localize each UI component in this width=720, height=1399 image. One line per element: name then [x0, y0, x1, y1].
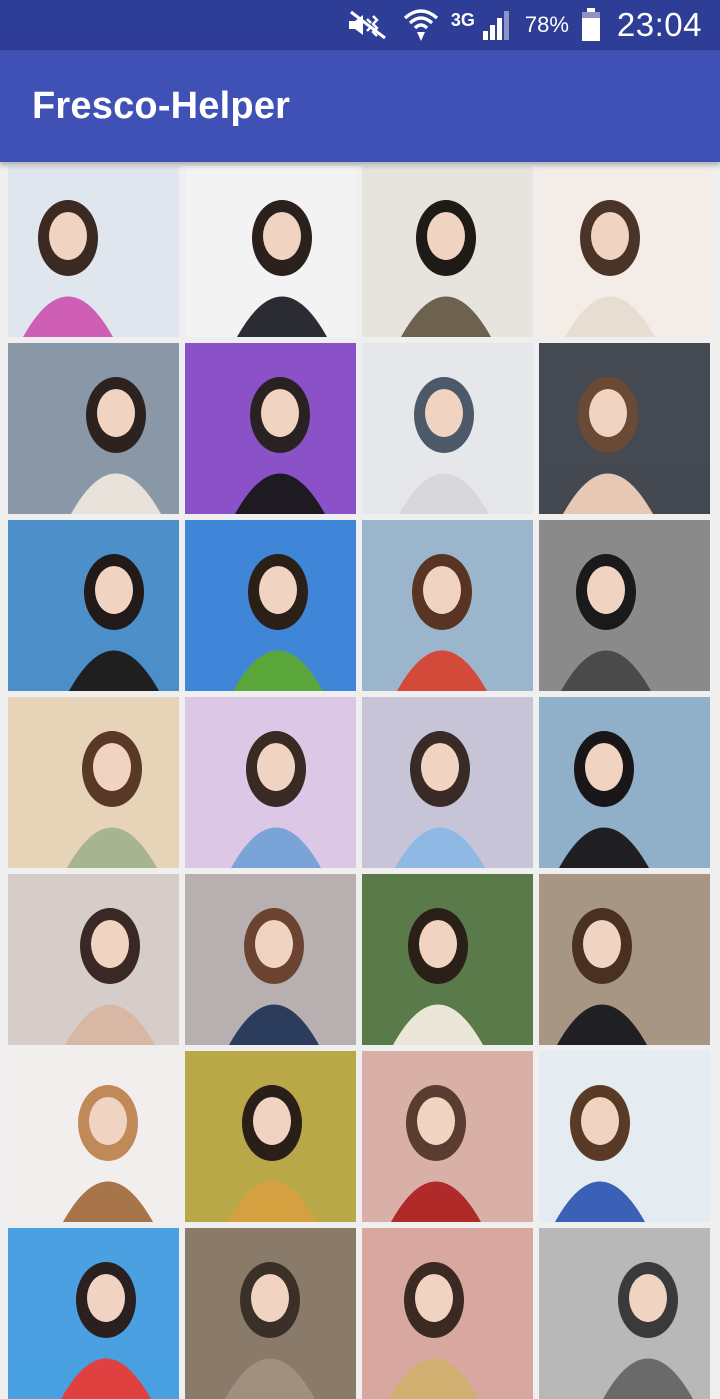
portrait-image: [362, 166, 533, 337]
photo-thumbnail[interactable]: [539, 874, 710, 1045]
app-bar: Fresco-Helper: [0, 50, 720, 162]
portrait-image: [8, 1228, 179, 1399]
portrait-image: [185, 166, 356, 337]
photo-thumbnail[interactable]: [362, 166, 533, 337]
portrait-image: [185, 343, 356, 514]
photo-thumbnail[interactable]: [8, 166, 179, 337]
portrait-image: [185, 520, 356, 691]
photo-thumbnail[interactable]: [185, 520, 356, 691]
photo-thumbnail[interactable]: [8, 697, 179, 868]
photo-thumbnail[interactable]: [539, 343, 710, 514]
photo-thumbnail[interactable]: [8, 874, 179, 1045]
portrait-image: [8, 874, 179, 1045]
portrait-image: [362, 1228, 533, 1399]
portrait-image: [539, 520, 710, 691]
network-type: 3G: [450, 9, 475, 30]
portrait-image: [539, 1051, 710, 1222]
portrait-image: [185, 697, 356, 868]
battery-percent: 78%: [524, 12, 569, 37]
photo-thumbnail[interactable]: [539, 520, 710, 691]
portrait-image: [8, 520, 179, 691]
photo-thumbnail[interactable]: [362, 520, 533, 691]
portrait-image: [185, 1051, 356, 1222]
portrait-image: [8, 166, 179, 337]
photo-thumbnail[interactable]: [539, 1051, 710, 1222]
portrait-image: [362, 343, 533, 514]
signal-icon: [481, 9, 513, 41]
photo-thumbnail[interactable]: [185, 1228, 356, 1399]
wifi-icon: [403, 8, 439, 42]
photo-thumbnail[interactable]: [539, 1228, 710, 1399]
portrait-image: [539, 874, 710, 1045]
portrait-image: [185, 1228, 356, 1399]
portrait-image: [362, 697, 533, 868]
photo-thumbnail[interactable]: [185, 697, 356, 868]
photo-thumbnail[interactable]: [539, 166, 710, 337]
photo-thumbnail[interactable]: [8, 343, 179, 514]
portrait-image: [539, 1228, 710, 1399]
portrait-image: [8, 697, 179, 868]
portrait-image: [362, 874, 533, 1045]
photo-thumbnail[interactable]: [185, 1051, 356, 1222]
photo-grid: [8, 166, 710, 1399]
mute-icon: [345, 10, 391, 40]
photo-thumbnail[interactable]: [8, 520, 179, 691]
portrait-image: [539, 697, 710, 868]
portrait-image: [8, 1051, 179, 1222]
photo-thumbnail[interactable]: [362, 697, 533, 868]
photo-thumbnail[interactable]: [8, 1228, 179, 1399]
portrait-image: [539, 343, 710, 514]
photo-thumbnail[interactable]: [185, 343, 356, 514]
battery-icon: [581, 8, 601, 42]
photo-thumbnail[interactable]: [362, 1228, 533, 1399]
photo-thumbnail[interactable]: [185, 874, 356, 1045]
photo-thumbnail[interactable]: [8, 1051, 179, 1222]
photo-thumbnail[interactable]: [362, 343, 533, 514]
photo-thumbnail[interactable]: [362, 1051, 533, 1222]
status-bar: 3G 78% 23:04: [0, 0, 720, 50]
photo-thumbnail[interactable]: [539, 697, 710, 868]
portrait-image: [362, 1051, 533, 1222]
portrait-image: [539, 166, 710, 337]
portrait-image: [362, 520, 533, 691]
photo-thumbnail[interactable]: [362, 874, 533, 1045]
clock: 23:04: [616, 6, 702, 43]
portrait-image: [185, 874, 356, 1045]
portrait-image: [8, 343, 179, 514]
photo-thumbnail[interactable]: [185, 166, 356, 337]
page-title: Fresco-Helper: [32, 84, 291, 127]
